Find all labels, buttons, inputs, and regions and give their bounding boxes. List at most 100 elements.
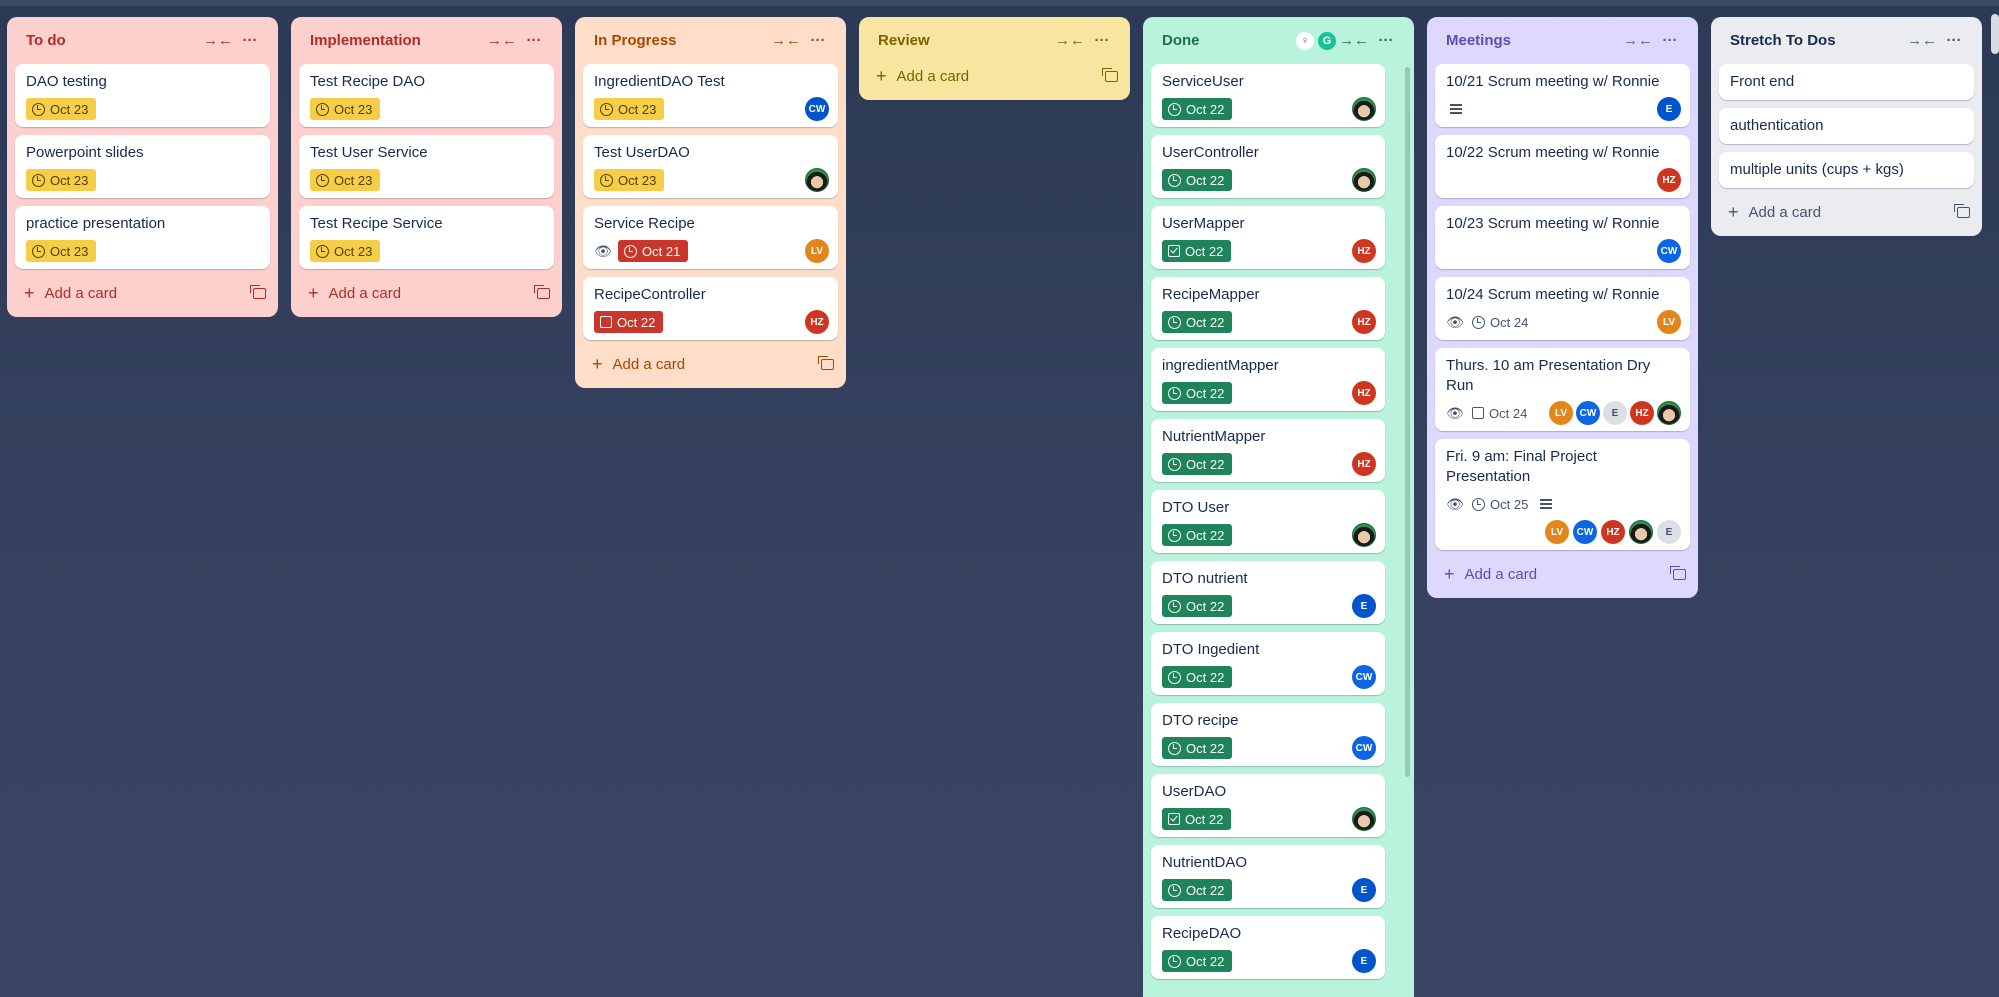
add-card-button[interactable]: + Add a card [583, 348, 838, 380]
due-date-badge[interactable]: Oct 21 [618, 240, 689, 262]
list-title[interactable]: To do [26, 32, 202, 49]
due-date-badge[interactable]: Oct 22 [1162, 808, 1232, 830]
card[interactable]: 10/21 Scrum meeting w/ Ronnie E [1435, 64, 1690, 127]
card[interactable]: Thurs. 10 am Presentation Dry Run 👁 Oct 2… [1435, 348, 1690, 431]
power-up-bulb-icon[interactable]: ♀ [1296, 31, 1314, 50]
due-date-badge[interactable]: Oct 23 [594, 98, 665, 120]
member-avatar[interactable]: LV [1549, 401, 1573, 425]
card[interactable]: Fri. 9 am: Final Project Presentation 👁 O… [1435, 439, 1690, 550]
due-date-badge[interactable]: Oct 23 [310, 98, 381, 120]
member-avatar[interactable]: LV [1545, 520, 1569, 544]
list-title[interactable]: Implementation [310, 32, 486, 49]
collapse-list-icon[interactable]: →← [1622, 25, 1654, 57]
member-avatar[interactable]: HZ [1352, 452, 1376, 476]
card[interactable]: NutrientMapper Oct 22 HZ [1151, 419, 1385, 482]
card[interactable]: DTO User Oct 22 [1151, 490, 1385, 553]
member-avatar-photo[interactable] [1629, 520, 1653, 544]
due-date-badge[interactable]: Oct 22 [1162, 524, 1233, 546]
due-date-badge[interactable]: Oct 23 [26, 240, 97, 262]
card[interactable]: UserController Oct 22 [1151, 135, 1385, 198]
member-avatar[interactable]: CW [1576, 401, 1600, 425]
list-title[interactable]: Stretch To Dos [1730, 32, 1906, 49]
list-title[interactable]: In Progress [594, 32, 770, 49]
list-menu-icon[interactable]: ··· [1654, 25, 1686, 57]
due-date-badge[interactable]: Oct 22 [1162, 879, 1233, 901]
member-avatar-photo[interactable] [1352, 807, 1376, 831]
card[interactable]: 10/22 Scrum meeting w/ Ronnie HZ [1435, 135, 1690, 198]
card[interactable]: DTO nutrient Oct 22 E [1151, 561, 1385, 624]
member-avatar[interactable]: E [1657, 520, 1681, 544]
member-avatar[interactable]: E [1352, 594, 1376, 618]
collapse-list-icon[interactable]: →← [1906, 25, 1938, 57]
card[interactable]: practice presentation Oct 23 [15, 206, 270, 269]
due-date-badge[interactable]: Oct 22 [1162, 382, 1233, 404]
member-avatar[interactable]: HZ [1601, 520, 1625, 544]
due-date-badge[interactable]: Oct 22 [1162, 169, 1233, 191]
due-date-badge[interactable]: Oct 23 [26, 169, 97, 191]
list-menu-icon[interactable]: ··· [1370, 25, 1402, 57]
collapse-list-icon[interactable]: →← [486, 25, 518, 57]
create-from-template-icon[interactable] [1954, 203, 1970, 218]
card[interactable]: Service Recipe 👁 Oct 21 LV [583, 206, 838, 269]
list-menu-icon[interactable]: ··· [1086, 25, 1118, 57]
due-date-badge[interactable]: Oct 22 [1162, 240, 1232, 262]
list-title[interactable]: Meetings [1446, 32, 1622, 49]
card[interactable]: DTO Ingedient Oct 22 CW [1151, 632, 1385, 695]
member-avatar[interactable]: E [1352, 949, 1376, 973]
add-card-button[interactable]: + Add a card [1435, 558, 1690, 590]
due-date-badge[interactable]: Oct 22 [594, 311, 664, 333]
card[interactable]: RecipeDAO Oct 22 E [1151, 916, 1385, 979]
member-avatar[interactable]: HZ [1630, 401, 1654, 425]
member-avatar[interactable]: HZ [1352, 239, 1376, 263]
card[interactable]: Test User Service Oct 23 [299, 135, 554, 198]
due-date-badge[interactable]: Oct 22 [1162, 311, 1233, 333]
list-scrollbar[interactable] [1405, 67, 1410, 777]
member-avatar-photo[interactable] [805, 168, 829, 192]
due-date-badge[interactable]: Oct 22 [1162, 98, 1233, 120]
list-title[interactable]: Done [1162, 32, 1296, 49]
card[interactable]: DAO testing Oct 23 [15, 64, 270, 127]
card[interactable]: ingredientMapper Oct 22 HZ [1151, 348, 1385, 411]
due-date-badge[interactable]: Oct 22 [1162, 737, 1233, 759]
member-avatar[interactable]: LV [805, 239, 829, 263]
member-avatar-photo[interactable] [1352, 168, 1376, 192]
member-avatar[interactable]: CW [1352, 736, 1376, 760]
card[interactable]: NutrientDAO Oct 22 E [1151, 845, 1385, 908]
add-card-button[interactable]: + Add a card [15, 277, 270, 309]
add-card-button[interactable]: + Add a card [867, 60, 1122, 92]
card[interactable]: UserMapper Oct 22 HZ [1151, 206, 1385, 269]
card[interactable]: IngredientDAO Test Oct 23 CW [583, 64, 838, 127]
collapse-list-icon[interactable]: →← [1338, 25, 1370, 57]
member-avatar[interactable]: HZ [1657, 168, 1681, 192]
member-avatar[interactable]: CW [1657, 239, 1681, 263]
member-avatar[interactable]: E [1657, 97, 1681, 121]
collapse-list-icon[interactable]: →← [1054, 25, 1086, 57]
create-from-template-icon[interactable] [250, 284, 266, 299]
member-avatar[interactable]: HZ [1352, 381, 1376, 405]
list-menu-icon[interactable]: ··· [518, 25, 550, 57]
member-avatar[interactable]: E [1352, 878, 1376, 902]
grammarly-icon[interactable]: G [1318, 31, 1336, 50]
due-date-badge[interactable]: Oct 22 [1162, 453, 1233, 475]
list-menu-icon[interactable]: ··· [234, 25, 266, 57]
due-date-badge[interactable]: Oct 23 [310, 240, 381, 262]
due-date-badge[interactable]: Oct 23 [26, 98, 97, 120]
card[interactable]: UserDAO Oct 22 [1151, 774, 1385, 837]
member-avatar[interactable]: LV [1657, 310, 1681, 334]
add-card-button[interactable]: + Add a card [299, 277, 554, 309]
due-date-badge[interactable]: Oct 25 [1470, 493, 1530, 515]
member-avatar[interactable]: HZ [805, 310, 829, 334]
card[interactable]: Test UserDAO Oct 23 [583, 135, 838, 198]
member-avatar-photo[interactable] [1352, 97, 1376, 121]
member-avatar[interactable]: CW [805, 97, 829, 121]
card[interactable]: 10/23 Scrum meeting w/ Ronnie CW [1435, 206, 1690, 269]
card[interactable]: 10/24 Scrum meeting w/ Ronnie 👁 Oct 24 LV [1435, 277, 1690, 340]
member-avatar-photo[interactable] [1352, 523, 1376, 547]
list-menu-icon[interactable]: ··· [1938, 25, 1970, 57]
due-date-badge[interactable]: Oct 22 [1162, 950, 1233, 972]
collapse-list-icon[interactable]: →← [202, 25, 234, 57]
due-date-badge[interactable]: Oct 22 [1162, 595, 1233, 617]
collapse-list-icon[interactable]: →← [770, 25, 802, 57]
due-date-badge[interactable]: Oct 24 [1470, 311, 1530, 333]
card[interactable]: Powerpoint slides Oct 23 [15, 135, 270, 198]
